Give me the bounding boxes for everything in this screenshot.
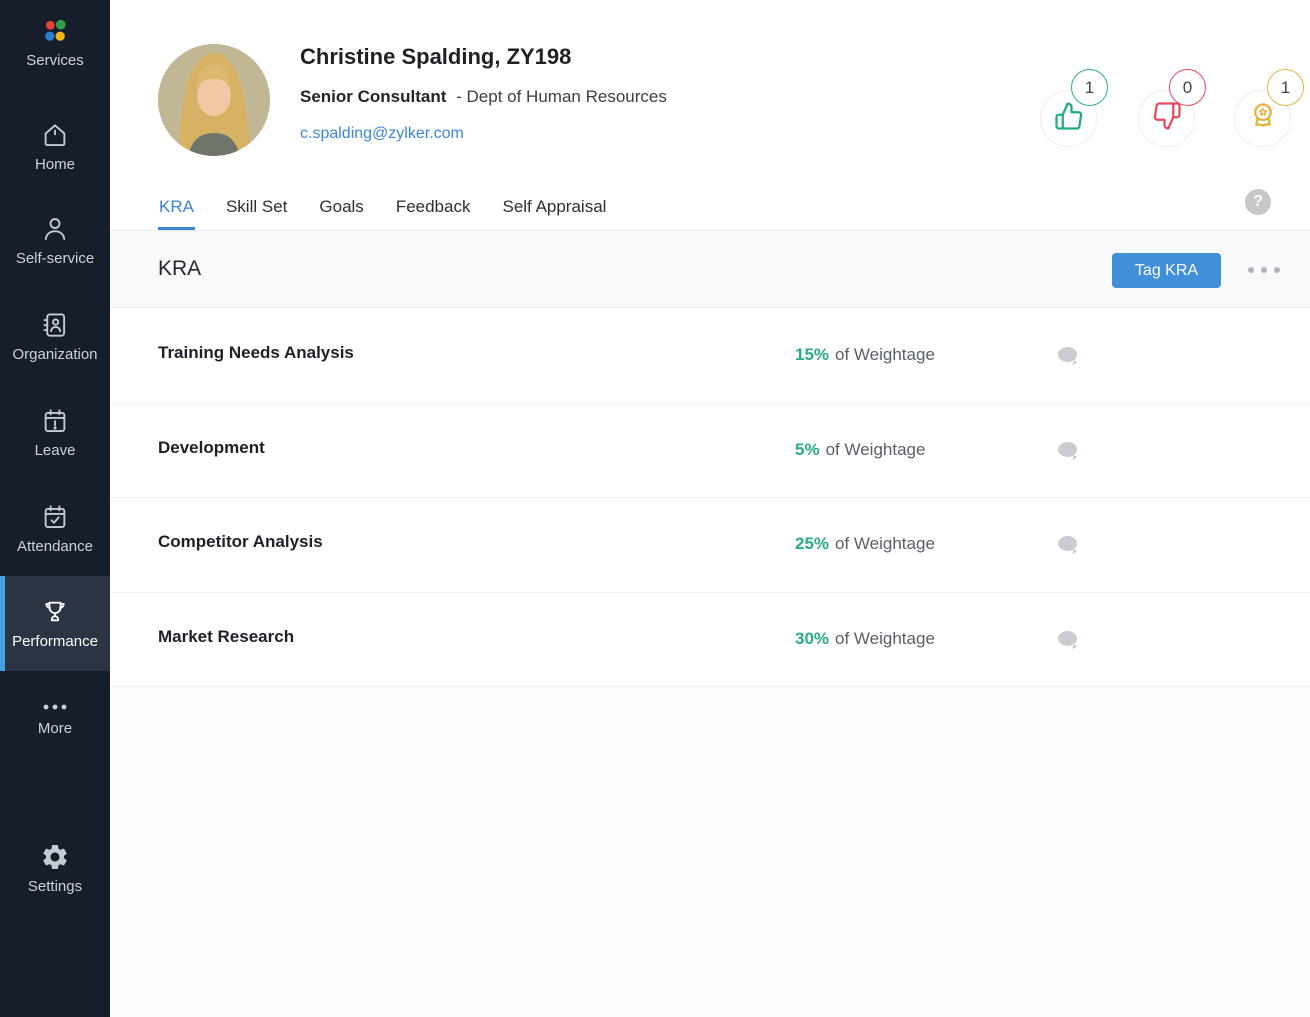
sidebar-item-label: Attendance (17, 538, 93, 555)
kra-weightage-percent: 30% (795, 629, 829, 648)
kra-row: Competitor Analysis 25% of Weightage (110, 498, 1310, 593)
sidebar-item-label: Services (26, 52, 84, 69)
employee-name: Christine Spalding, ZY198 (300, 44, 571, 70)
avatar (158, 44, 270, 156)
kra-row: Training Needs Analysis 15% of Weightage (110, 309, 1310, 404)
app-window: Services Home Self-service (0, 0, 1310, 1017)
award-count-badge: 1 (1267, 69, 1304, 106)
comment-icon[interactable] (1057, 630, 1082, 656)
tab-goals[interactable]: Goals (318, 186, 364, 230)
sidebar-item-attendance[interactable]: Attendance (0, 502, 110, 555)
calendar-exclamation-icon (40, 406, 70, 436)
sidebar-item-organization[interactable]: Organization (0, 310, 110, 363)
sidebar-item-label: Organization (12, 346, 97, 363)
sidebar: Services Home Self-service (0, 0, 110, 1017)
more-options-icon[interactable] (1248, 267, 1280, 273)
tag-kra-button[interactable]: Tag KRA (1112, 253, 1221, 288)
kra-weightage-percent: 25% (795, 534, 829, 553)
kra-weightage: 25% of Weightage (795, 534, 935, 554)
sidebar-item-home[interactable]: Home (0, 120, 110, 173)
kra-weightage-percent: 15% (795, 345, 829, 364)
sidebar-item-label: Performance (12, 633, 98, 650)
trophy-icon (40, 597, 70, 627)
kra-weightage-suffix: of Weightage (826, 440, 926, 459)
kra-weightage: 30% of Weightage (795, 629, 935, 649)
kra-name: Development (158, 438, 265, 458)
kra-name: Competitor Analysis (158, 532, 323, 552)
home-icon (40, 120, 70, 150)
ellipsis-icon (40, 700, 70, 714)
kra-list: Training Needs Analysis 15%of Weightage … (110, 309, 1310, 687)
kra-section-bar: KRA Tag KRA (110, 231, 1310, 308)
org-address-book-icon (40, 310, 70, 340)
content-background (110, 687, 1310, 1017)
sidebar-item-services[interactable]: Services (0, 16, 110, 69)
sidebar-item-settings[interactable]: Settings (0, 842, 110, 895)
user-icon (40, 214, 70, 244)
comment-icon[interactable] (1057, 346, 1082, 372)
kra-row: Market Research 30% of Weightage (110, 593, 1310, 688)
sidebar-item-leave[interactable]: Leave (0, 406, 110, 459)
kra-row: Development 5% of Weightage (110, 404, 1310, 499)
employee-designation: Senior Consultant - Dept of Human Resour… (300, 87, 667, 107)
calendar-check-icon (40, 502, 70, 532)
kra-name: Training Needs Analysis (158, 343, 354, 363)
kra-weightage: 15% of Weightage (795, 345, 935, 365)
tab-feedback[interactable]: Feedback (395, 186, 472, 230)
sidebar-item-label: More (38, 720, 72, 737)
main-content: Christine Spalding, ZY198 Senior Consult… (110, 0, 1310, 1017)
sidebar-item-performance[interactable]: Performance (0, 576, 110, 671)
services-dots-icon (40, 16, 70, 46)
designation-title: Senior Consultant (300, 87, 446, 106)
kra-weightage-suffix: of Weightage (835, 534, 935, 553)
sidebar-item-label: Self-service (16, 250, 94, 267)
tab-kra[interactable]: KRA (158, 186, 195, 230)
sidebar-item-label: Leave (35, 442, 76, 459)
help-icon[interactable]: ? (1245, 189, 1271, 215)
designation-department: - Dept of Human Resources (456, 87, 667, 106)
comment-icon[interactable] (1057, 535, 1082, 561)
thumbs-up-count-badge: 1 (1071, 69, 1108, 106)
sidebar-item-more[interactable]: More (0, 700, 110, 737)
kra-name: Market Research (158, 627, 294, 647)
employee-email-link[interactable]: c.spalding@zylker.com (300, 125, 464, 143)
sidebar-item-label: Settings (28, 878, 82, 895)
profile-tabs: KRA Skill Set Goals Feedback Self Apprai… (110, 186, 1310, 231)
thumbs-down-count-badge: 0 (1169, 69, 1206, 106)
sidebar-item-self-service[interactable]: Self-service (0, 214, 110, 267)
kra-weightage-percent: 5% (795, 440, 820, 459)
tab-self-appraisal[interactable]: Self Appraisal (501, 186, 607, 230)
section-title: KRA (158, 257, 201, 281)
gear-icon (40, 842, 70, 872)
award-medal-icon (1248, 101, 1278, 136)
kra-weightage: 5% of Weightage (795, 440, 925, 460)
sidebar-item-label: Home (35, 156, 75, 173)
kra-weightage-suffix: of Weightage (835, 345, 935, 364)
tab-skill-set[interactable]: Skill Set (225, 186, 288, 230)
comment-icon[interactable] (1057, 441, 1082, 467)
thumbs-down-icon (1152, 101, 1182, 136)
kra-weightage-suffix: of Weightage (835, 629, 935, 648)
thumbs-up-icon (1054, 101, 1084, 136)
